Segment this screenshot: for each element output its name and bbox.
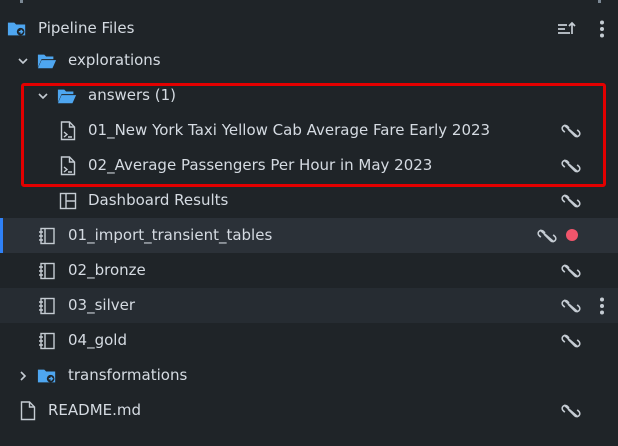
- tree-folder-answers[interactable]: answers (1): [0, 78, 618, 113]
- tree-item-query-file[interactable]: 01_New York Taxi Yellow Cab Average Fare…: [0, 113, 618, 148]
- notebook-icon: [37, 226, 57, 246]
- link-icon[interactable]: [561, 297, 581, 315]
- link-icon[interactable]: [561, 332, 581, 350]
- file-label: 04_gold: [68, 331, 127, 349]
- tree-item-notebook[interactable]: 04_gold: [0, 323, 618, 358]
- tree-item-query-file[interactable]: 02_Average Passengers Per Hour in May 20…: [0, 148, 618, 183]
- more-options-icon[interactable]: [597, 19, 607, 39]
- folder-label: transformations: [68, 366, 188, 384]
- tree-root-pipeline-files[interactable]: Pipeline Files: [0, 11, 618, 46]
- root-title: Pipeline Files: [38, 19, 135, 37]
- tree-item-notebook[interactable]: 02_bronze: [0, 253, 618, 288]
- notebook-icon: [37, 296, 57, 316]
- chevron-down-icon[interactable]: [36, 88, 50, 102]
- pipeline-folder-icon: [7, 19, 27, 39]
- tree-edge-mark: [20, 0, 23, 3]
- link-icon[interactable]: [561, 402, 581, 420]
- chevron-right-icon[interactable]: [16, 368, 30, 382]
- query-file-icon: [58, 121, 78, 141]
- folder-label: answers (1): [88, 86, 177, 104]
- tree-item-notebook[interactable]: 01_import_transient_tables: [0, 218, 618, 253]
- tree-item-readme[interactable]: README.md: [0, 393, 618, 428]
- file-label: 02_bronze: [68, 261, 146, 279]
- link-icon[interactable]: [561, 192, 581, 210]
- chevron-down-icon[interactable]: [16, 53, 30, 67]
- notebook-icon: [37, 261, 57, 281]
- file-label: 01_import_transient_tables: [68, 226, 273, 244]
- dashboard-icon: [58, 191, 78, 211]
- folder-open-icon: [37, 51, 57, 71]
- tree-item-notebook[interactable]: 03_silver: [0, 288, 618, 323]
- tree-folder-explorations[interactable]: explorations: [0, 43, 618, 78]
- folder-label: explorations: [68, 51, 161, 69]
- file-label: README.md: [48, 401, 142, 419]
- link-icon[interactable]: [561, 262, 581, 280]
- link-icon[interactable]: [537, 227, 557, 245]
- file-label: Dashboard Results: [88, 191, 229, 209]
- link-icon[interactable]: [561, 157, 581, 175]
- modified-indicator: [566, 229, 578, 241]
- sort-icon[interactable]: [556, 20, 576, 38]
- file-label: 02_Average Passengers Per Hour in May 20…: [88, 156, 433, 174]
- tree-item-dashboard[interactable]: Dashboard Results: [0, 183, 618, 218]
- query-file-icon: [58, 156, 78, 176]
- selection-indicator: [0, 218, 3, 253]
- notebook-icon: [37, 331, 57, 351]
- pipeline-folder-icon: [37, 366, 57, 386]
- file-label: 03_silver: [68, 296, 136, 314]
- more-options-icon[interactable]: [597, 296, 607, 316]
- tree-folder-transformations[interactable]: transformations: [0, 358, 618, 393]
- folder-open-icon: [57, 86, 77, 106]
- tree-edge-mark: [598, 0, 601, 3]
- file-icon: [18, 401, 38, 421]
- file-label: 01_New York Taxi Yellow Cab Average Fare…: [88, 121, 491, 139]
- link-icon[interactable]: [561, 122, 581, 140]
